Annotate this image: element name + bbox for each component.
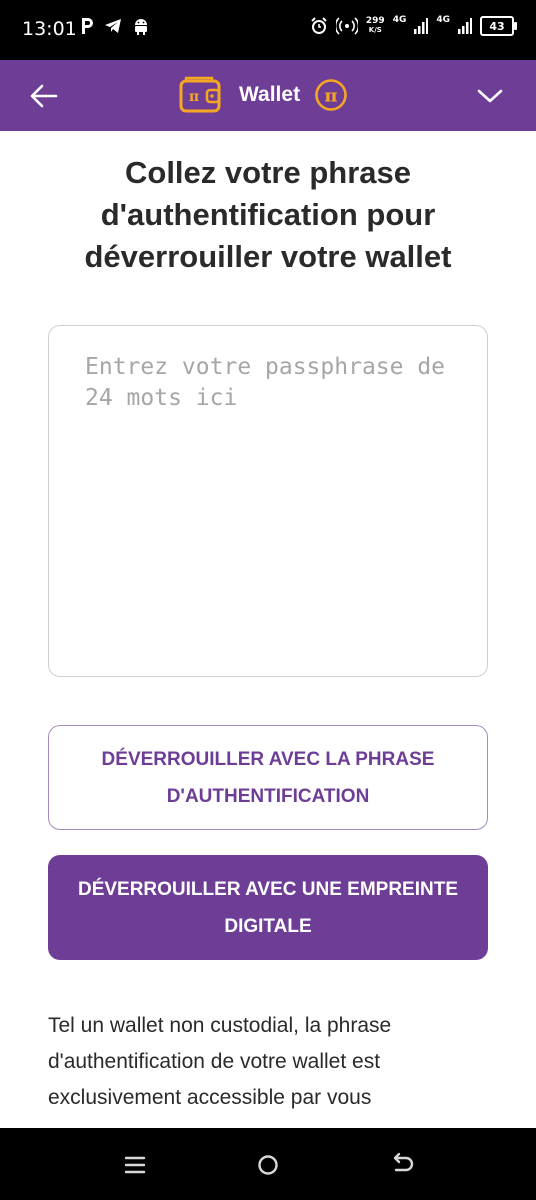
wallet-icon: π xyxy=(179,76,221,113)
svg-text:π: π xyxy=(189,89,199,105)
android-icon xyxy=(135,19,147,35)
status-bar: 13:01 299 K/S 4G 4G 43 xyxy=(0,0,536,60)
app-header: π Wallet π xyxy=(0,60,536,131)
pi-coin-icon: π xyxy=(315,79,347,111)
navigation-bar xyxy=(0,1128,536,1200)
non-custodial-info-text: Tel un wallet non custodial, la phrase d… xyxy=(48,1014,392,1109)
signal-icon-1 xyxy=(414,18,429,34)
screen: 13:01 299 K/S 4G 4G 43 π Wallet π Collez… xyxy=(0,0,536,1200)
page-title: Collez votre phrase d'authentification p… xyxy=(84,155,452,274)
unlock-with-fingerprint-button[interactable]: DÉVERROUILLER AVEC UNE EMPREINTE DIGITAL… xyxy=(48,855,488,960)
network-type-1: 4G xyxy=(392,15,407,25)
battery-icon: 43 xyxy=(480,16,517,36)
status-time: 13:01 xyxy=(22,18,77,40)
alarm-icon xyxy=(311,17,327,34)
recent-apps-menu-icon[interactable] xyxy=(120,1150,150,1180)
status-system-icons: 299 K/S 4G 4G 43 xyxy=(310,15,517,36)
arrow-left-icon[interactable] xyxy=(24,76,64,116)
network-speed: 299 K/S xyxy=(366,17,385,35)
network-type-2: 4G xyxy=(436,15,450,25)
passphrase-input[interactable] xyxy=(48,325,488,677)
back-navigation-icon[interactable] xyxy=(388,1150,418,1180)
svg-text:π: π xyxy=(324,86,337,107)
signal-icon-2 xyxy=(458,18,472,34)
header-title: Wallet xyxy=(239,83,301,106)
telegram-icon xyxy=(105,19,121,33)
chevron-down-icon[interactable] xyxy=(470,76,510,116)
unlock-with-fingerprint-label: DÉVERROUILLER AVEC UNE EMPREINTE DIGITAL… xyxy=(77,878,459,937)
speed-value: 299 xyxy=(365,16,385,26)
header-brand: π Wallet π xyxy=(178,71,348,119)
unlock-with-passphrase-button[interactable]: DÉVERROUILLER AVEC LA PHRASE D'AUTHENTIF… xyxy=(48,725,488,830)
home-icon[interactable] xyxy=(253,1150,283,1180)
speed-unit: K/S xyxy=(368,26,382,34)
battery-level: 43 xyxy=(489,19,505,33)
unlock-with-passphrase-label: DÉVERROUILLER AVEC LA PHRASE D'AUTHENTIF… xyxy=(101,748,435,807)
hotspot-icon xyxy=(335,17,358,35)
parking-icon xyxy=(82,18,93,34)
status-notification-icons xyxy=(80,17,150,35)
